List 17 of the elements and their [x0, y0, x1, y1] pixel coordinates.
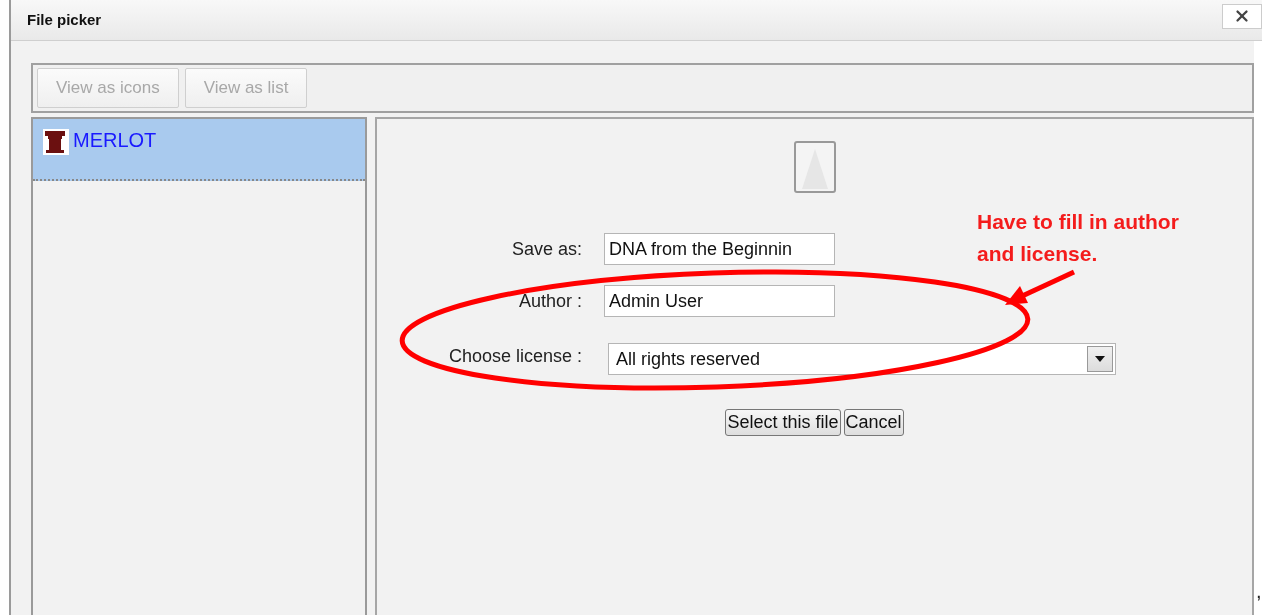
annotation-text: Have to fill in author and license. [977, 209, 1179, 267]
column-icon [43, 129, 69, 155]
annotation-arrow [1005, 269, 1076, 305]
file-icon [793, 141, 836, 193]
close-button[interactable] [1222, 3, 1262, 29]
close-icon [1233, 7, 1251, 25]
comma-mark: , [1256, 580, 1262, 603]
field-label: Save as: [510, 238, 582, 260]
repository-item[interactable]: MERLOT [33, 119, 365, 181]
action-button[interactable]: Cancel [843, 409, 904, 436]
field-label: Choose license : [447, 345, 582, 367]
field-label: Author : [517, 290, 582, 312]
input-field[interactable]: Admin User [604, 285, 835, 317]
input-field[interactable]: DNA from the Beginnin [604, 233, 835, 265]
window-title: File picker [27, 10, 102, 28]
action-button[interactable]: Select this file [725, 409, 841, 436]
license-select[interactable]: All rights reserved [608, 343, 1116, 375]
